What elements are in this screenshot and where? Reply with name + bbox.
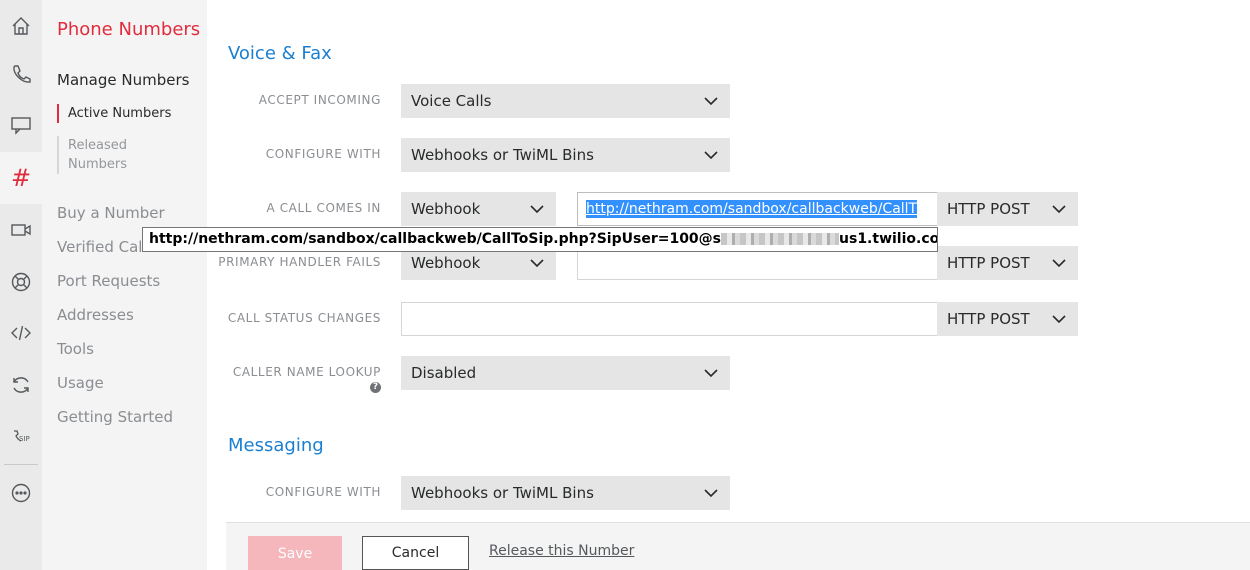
icon-rail: # SIP [0, 0, 42, 570]
phone-icon[interactable] [0, 48, 42, 100]
call-status-url-input[interactable] [401, 302, 938, 336]
nav-item-getting-started[interactable]: Getting Started [57, 408, 173, 426]
release-number-link[interactable]: Release this Number [489, 543, 634, 559]
primary-handler-fails-label: PRIMARY HANDLER FAILS [218, 255, 381, 269]
nav-title: Phone Numbers [57, 19, 201, 40]
nav-item-port-requests[interactable]: Port Requests [57, 272, 160, 290]
chevron-down-icon [692, 84, 730, 118]
configure-with-value: Webhooks or TwiML Bins [411, 146, 594, 164]
nav-item-active-numbers[interactable]: Active Numbers [57, 104, 197, 123]
secondary-nav: Phone Numbers Manage Numbers Active Numb… [42, 0, 207, 570]
tooltip-text-suffix: us1.twilio.com [839, 231, 937, 247]
messaging-configure-with-value: Webhooks or TwiML Bins [411, 484, 594, 502]
configure-with-select[interactable]: Webhooks or TwiML Bins [401, 138, 730, 172]
chevron-down-icon [692, 476, 730, 510]
tooltip-text-prefix: http://nethram.com/sandbox/callbackweb/C… [149, 231, 722, 247]
chevron-down-icon [692, 356, 730, 390]
caller-name-lookup-label: CALLER NAME LOOKUP [232, 365, 381, 379]
cancel-button[interactable]: Cancel [362, 536, 469, 570]
chevron-down-icon [1040, 302, 1078, 336]
handler-fails-method-value: HTTP POST [947, 254, 1030, 272]
configure-with-label: CONFIGURE WITH [265, 147, 381, 161]
messaging-heading: Messaging [228, 435, 324, 456]
call-comes-in-method-value: HTTP POST [947, 200, 1030, 218]
call-status-method-value: HTTP POST [947, 310, 1030, 328]
code-icon[interactable] [0, 307, 42, 359]
video-icon[interactable] [0, 204, 42, 256]
hash-icon[interactable]: # [0, 152, 42, 204]
lifebuoy-icon[interactable] [0, 256, 42, 308]
nav-section-manage-numbers[interactable]: Manage Numbers [57, 71, 189, 89]
call-comes-in-url-text: http://nethram.com/sandbox/callbackweb/C… [586, 200, 918, 218]
call-status-method-select[interactable]: HTTP POST [937, 302, 1078, 336]
chevron-down-icon [518, 192, 556, 226]
call-comes-in-method-select[interactable]: HTTP POST [937, 192, 1078, 226]
sip-label: SIP [19, 435, 30, 443]
sync-icon[interactable] [0, 359, 42, 411]
messaging-configure-with-label: CONFIGURE WITH [265, 485, 381, 499]
home-icon[interactable] [0, 0, 42, 52]
rail-divider [4, 464, 38, 465]
chevron-down-icon [692, 138, 730, 172]
accept-incoming-select[interactable]: Voice Calls [401, 84, 730, 118]
nav-item-released-numbers[interactable]: Released Numbers [57, 136, 147, 174]
url-tooltip: http://nethram.com/sandbox/callbackweb/C… [142, 227, 938, 252]
chevron-down-icon [1040, 192, 1078, 226]
handler-fails-type-value: Webhook [411, 254, 481, 272]
voice-fax-heading: Voice & Fax [228, 43, 332, 64]
call-comes-in-label: A CALL COMES IN [266, 201, 381, 215]
redacted-blur [721, 233, 840, 245]
help-icon[interactable]: ? [370, 382, 381, 393]
call-comes-in-url-input[interactable]: http://nethram.com/sandbox/callbackweb/C… [577, 192, 938, 226]
save-button[interactable]: Save [248, 536, 342, 570]
accept-incoming-value: Voice Calls [411, 92, 492, 110]
nav-item-addresses[interactable]: Addresses [57, 306, 134, 324]
chevron-down-icon [1040, 246, 1078, 280]
call-status-changes-label: CALL STATUS CHANGES [227, 311, 381, 325]
sip-icon[interactable]: SIP [0, 411, 42, 463]
nav-item-usage[interactable]: Usage [57, 374, 104, 392]
call-comes-in-type-value: Webhook [411, 200, 481, 218]
nav-item-buy-a-number[interactable]: Buy a Number [57, 204, 165, 222]
app-root: # SIP Phone Numbers Manage Numbers Activ… [0, 0, 1250, 570]
caller-name-lookup-select[interactable]: Disabled [401, 356, 730, 390]
nav-item-tools[interactable]: Tools [57, 340, 94, 358]
chat-icon[interactable] [0, 99, 42, 151]
caller-name-lookup-value: Disabled [411, 364, 477, 382]
more-icon[interactable] [0, 467, 42, 519]
accept-incoming-label: ACCEPT INCOMING [258, 93, 381, 107]
call-comes-in-type-select[interactable]: Webhook [401, 192, 556, 226]
messaging-configure-with-select[interactable]: Webhooks or TwiML Bins [401, 476, 730, 510]
handler-fails-method-select[interactable]: HTTP POST [937, 246, 1078, 280]
